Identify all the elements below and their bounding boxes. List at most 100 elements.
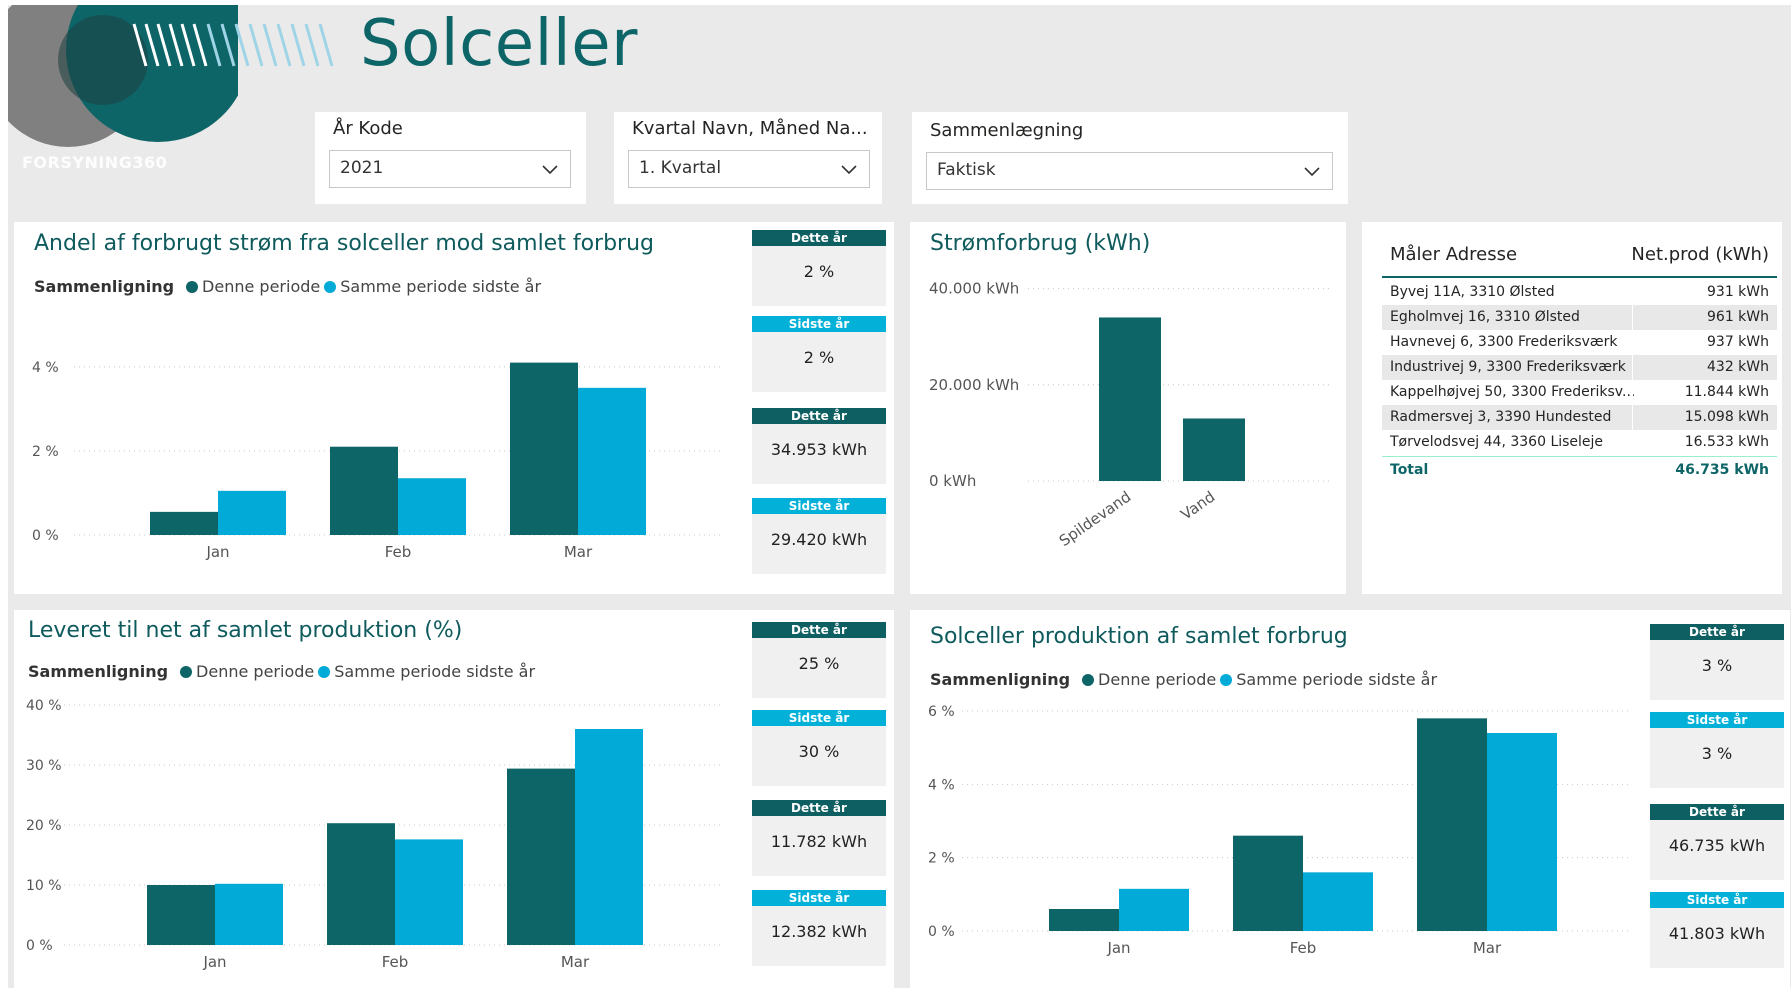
y-tick-label: 2 % xyxy=(32,444,59,460)
x-tick-label: Feb xyxy=(1290,939,1317,957)
table-row[interactable]: Havnevej 6, 3300 Frederiksværk 937 kWh xyxy=(1382,330,1777,355)
kpi-value: 25 % xyxy=(798,654,840,673)
column-divider xyxy=(1632,405,1633,430)
kpi-label: Dette år xyxy=(752,800,886,816)
table-row[interactable]: Industrivej 9, 3300 Frederiksværk 432 kWh xyxy=(1382,355,1777,380)
y-tick-label: 40.000 kWh xyxy=(929,280,1019,298)
y-tick-label: 0 % xyxy=(32,528,59,544)
meter-production-table: Måler Adresse Net.prod (kWh) Byvej 11A, … xyxy=(1362,222,1782,594)
y-tick-label: 0 % xyxy=(928,924,955,940)
bar-last-year xyxy=(215,883,283,945)
x-tick-label: Jan xyxy=(1106,939,1130,957)
kpi-label: Sidste år xyxy=(752,316,886,332)
bar-last-year xyxy=(575,729,643,945)
kpi-label: Sidste år xyxy=(1650,892,1784,908)
x-tick-label: Mar xyxy=(561,953,590,971)
kpi-value: 41.803 kWh xyxy=(1668,924,1766,943)
kpi-label: Dette år xyxy=(1650,804,1784,820)
logo-text: FORSYNING360 xyxy=(22,153,168,172)
bar-last-year xyxy=(1119,888,1189,931)
cell-address: Radmersvej 3, 3390 Hundested xyxy=(1390,409,1612,425)
bar-this-period xyxy=(330,446,398,535)
y-tick-label: 4 % xyxy=(32,360,59,376)
cell-address: Kappelhøjvej 50, 3300 Frederiksv... xyxy=(1390,384,1636,400)
table-row[interactable]: Tørvelodsvej 44, 3360 Liseleje 16.533 kWh xyxy=(1382,430,1777,455)
bar-this-period xyxy=(327,823,395,945)
kpi-this-year-kwh: Dette år 11.782 kWh xyxy=(752,800,886,876)
slicer-label: Kvartal Navn, Måned Na... xyxy=(632,118,868,139)
bar-this-period xyxy=(1049,909,1119,931)
slicer-label: År Kode xyxy=(333,118,403,139)
kpi-value: 3 % xyxy=(1701,656,1733,675)
cell-address: Byvej 11A, 3310 Ølsted xyxy=(1390,284,1555,300)
dropdown-value: 1. Kvartal xyxy=(639,158,722,178)
column-header-address[interactable]: Måler Adresse xyxy=(1390,244,1517,265)
kpi-value: 12.382 kWh xyxy=(770,922,868,941)
kpi-value: 29.420 kWh xyxy=(770,530,868,549)
quarter-dropdown[interactable]: 1. Kvartal xyxy=(628,150,870,188)
kpi-value: 11.782 kWh xyxy=(770,832,868,851)
table-row[interactable]: Byvej 11A, 3310 Ølsted 931 kWh xyxy=(1382,280,1777,305)
kpi-last-year: Sidste år 30 % xyxy=(752,710,886,786)
column-header-netprod[interactable]: Net.prod (kWh) xyxy=(1631,244,1769,265)
kpi-label: Dette år xyxy=(752,408,886,424)
slicer-label: Sammenlægning xyxy=(930,120,1084,141)
kpi-this-year-kwh: Dette år 34.953 kWh xyxy=(752,408,886,484)
x-tick-label: Vand xyxy=(1177,488,1218,524)
bar-last-year xyxy=(398,478,466,535)
table-row[interactable]: Kappelhøjvej 50, 3300 Frederiksv... 11.84… xyxy=(1382,380,1777,405)
cell-netprod: 937 kWh xyxy=(1707,334,1769,350)
slicer-aggregation: Sammenlægning Faktisk xyxy=(912,112,1348,204)
column-divider xyxy=(1632,430,1633,455)
column-divider xyxy=(1632,355,1633,380)
column-divider xyxy=(1632,305,1633,330)
y-tick-label: 10 % xyxy=(26,878,62,894)
kpi-value: 3 % xyxy=(1701,744,1733,763)
chevron-down-icon xyxy=(1304,167,1320,177)
bar-this-period xyxy=(1233,835,1303,931)
cell-netprod: 931 kWh xyxy=(1707,284,1769,300)
y-tick-label: 0 kWh xyxy=(929,472,976,490)
report-canvas: FORSYNING360 Solceller År Kode 2021 Kvar… xyxy=(0,0,1791,988)
slicer-quarter-month: Kvartal Navn, Måned Na... 1. Kvartal xyxy=(614,112,882,204)
y-tick-label: 20 % xyxy=(26,818,62,834)
bar-last-year xyxy=(578,387,646,535)
bar-consumption xyxy=(1099,317,1161,481)
total-value: 46.735 kWh xyxy=(1675,462,1769,478)
kpi-value: 2 % xyxy=(803,262,835,281)
table-row[interactable]: Egholmvej 16, 3310 Ølsted 961 kWh xyxy=(1382,305,1777,330)
kpi-label: Dette år xyxy=(1650,624,1784,640)
y-tick-label: 20.000 kWh xyxy=(929,376,1019,394)
kpi-label: Dette år xyxy=(752,622,886,638)
chevron-down-icon xyxy=(841,165,857,175)
y-tick-label: 2 % xyxy=(928,851,955,867)
x-tick-label: Feb xyxy=(382,953,409,971)
x-tick-label: Feb xyxy=(385,543,412,561)
y-tick-label: 40 % xyxy=(26,698,62,714)
y-tick-label: 4 % xyxy=(928,777,955,793)
year-dropdown[interactable]: 2021 xyxy=(329,150,571,188)
bar-last-year xyxy=(1303,872,1373,931)
bar-last-year xyxy=(1487,733,1557,931)
kpi-this-year: Dette år 3 % xyxy=(1650,624,1784,700)
column-divider xyxy=(1632,280,1633,305)
kpi-label: Sidste år xyxy=(1650,712,1784,728)
bar-this-period xyxy=(150,511,218,535)
kpi-value: 34.953 kWh xyxy=(770,440,868,459)
kpi-label: Sidste år xyxy=(752,890,886,906)
bar-consumption xyxy=(1183,418,1245,481)
bar-chart: 0 % 2 % 4 % 6 % Jan Feb Mar xyxy=(928,704,1630,957)
power-consumption-chart-card: Strømforbrug (kWh) 0 kWh 20.000 kWh 40.000… xyxy=(910,222,1346,594)
table-row[interactable]: Radmersvej 3, 3390 Hundested 15.098 kWh xyxy=(1382,405,1777,430)
x-tick-label: Jan xyxy=(202,953,226,971)
table-total-row: Total 46.735 kWh xyxy=(1382,456,1777,483)
kpi-last-year: Sidste år 2 % xyxy=(752,316,886,392)
kpi-last-year: Sidste år 3 % xyxy=(1650,712,1784,788)
kpi-last-year-kwh: Sidste år 29.420 kWh xyxy=(752,498,886,574)
page-title: Solceller xyxy=(360,7,638,81)
kpi-this-year: Dette år 25 % xyxy=(752,622,886,698)
bar-chart: 0 % 2 % 4 % Jan Feb Mar xyxy=(32,360,724,561)
aggregation-dropdown[interactable]: Faktisk xyxy=(926,152,1333,190)
cell-address: Tørvelodsvej 44, 3360 Liseleje xyxy=(1390,434,1604,450)
y-tick-label: 30 % xyxy=(26,758,62,774)
